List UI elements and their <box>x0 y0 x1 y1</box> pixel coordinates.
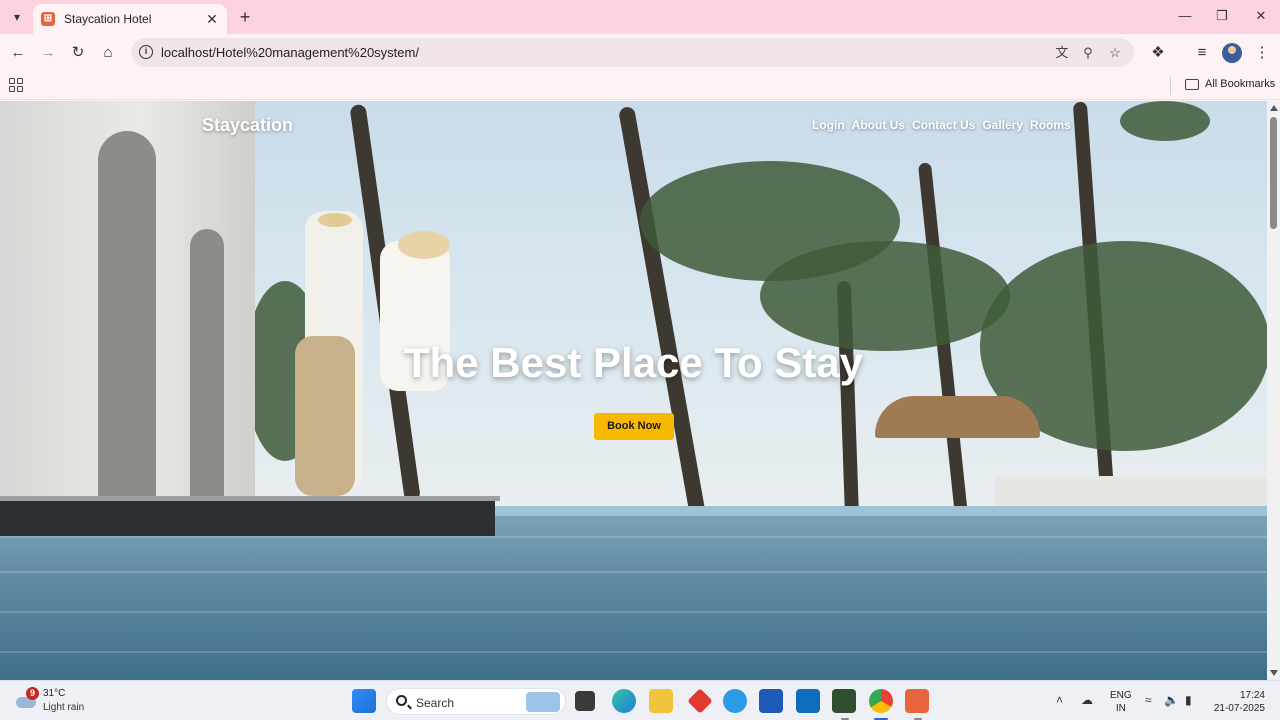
translate-icon[interactable]: 文 <box>1051 42 1073 64</box>
site-info-icon[interactable]: i <box>139 45 153 59</box>
close-tab-icon[interactable]: ✕ <box>203 10 221 28</box>
folder-icon[interactable] <box>1185 79 1199 90</box>
favicon-icon: ⊞ <box>41 12 55 26</box>
search-highlight-icon <box>526 692 560 712</box>
search-icon <box>396 695 407 706</box>
nav-gallery[interactable]: Gallery <box>982 118 1023 132</box>
restore-icon[interactable]: ❐ <box>1207 4 1237 28</box>
battery-icon[interactable]: ▮ <box>1185 693 1192 707</box>
apps-icon[interactable] <box>9 78 23 92</box>
close-window-icon[interactable]: ✕ <box>1246 4 1276 28</box>
app-blue-icon[interactable] <box>723 689 747 713</box>
book-now-button[interactable]: Book Now <box>594 413 674 440</box>
page-viewport: Staycation Login About Us Contact Us Gal… <box>0 101 1267 680</box>
nav-login[interactable]: Login <box>812 118 845 132</box>
tab-search-icon[interactable]: ▾ <box>6 6 28 28</box>
home-icon[interactable]: ⌂ <box>97 42 119 64</box>
tab-title: Staycation Hotel <box>64 12 152 26</box>
vim-icon[interactable] <box>832 689 856 713</box>
scroll-up-icon[interactable] <box>1270 105 1278 111</box>
browser-tab[interactable]: ⊞ Staycation Hotel ✕ <box>33 4 227 34</box>
all-bookmarks-link[interactable]: All Bookmarks <box>1205 78 1275 90</box>
clock-date: 21-07-2025 <box>1213 703 1265 714</box>
minimize-icon[interactable]: — <box>1170 4 1200 28</box>
language-indicator[interactable]: ENG IN <box>1110 689 1132 715</box>
clock-time: 17:24 <box>1239 690 1265 701</box>
scrollbar[interactable] <box>1267 101 1280 680</box>
nav-contact-us[interactable]: Contact Us <box>912 118 975 132</box>
forward-icon[interactable]: → <box>37 42 59 64</box>
browser-toolbar: ← → ↻ ⌂ i localhost/Hotel%20management%2… <box>0 34 1280 72</box>
notification-badge: 9 <box>26 687 39 700</box>
nav-about-us[interactable]: About Us <box>852 118 905 132</box>
back-icon[interactable]: ← <box>7 42 29 64</box>
site-logo[interactable]: Staycation <box>202 115 293 136</box>
site-nav: Login About Us Contact Us Gallery Rooms <box>812 118 1078 132</box>
lang-code: ENG <box>1110 690 1132 701</box>
extensions-icon[interactable]: ❖ <box>1147 42 1169 64</box>
reload-icon[interactable]: ↻ <box>67 42 89 64</box>
xampp-icon[interactable] <box>905 689 929 713</box>
system-clock[interactable]: 17:24 21-07-2025 <box>1210 689 1265 715</box>
address-bar[interactable]: i localhost/Hotel%20management%20system/… <box>131 38 1134 67</box>
edge-icon[interactable] <box>612 689 636 713</box>
task-view-icon[interactable] <box>575 691 595 711</box>
scroll-down-icon[interactable] <box>1270 670 1278 676</box>
app-red-diamond-icon[interactable] <box>687 688 713 714</box>
search-label: Search <box>416 696 455 710</box>
url-text[interactable]: localhost/Hotel%20management%20system/ <box>161 45 419 60</box>
weather-description[interactable]: Light rain <box>43 702 84 713</box>
lang-region: IN <box>1115 703 1126 714</box>
taskbar: 9 31°C Light rain Search ˄ ☁ ENG IN ≈ 🔈 … <box>0 680 1280 720</box>
chevron-up-icon[interactable]: ˄ <box>1056 693 1063 707</box>
divider <box>1170 77 1171 95</box>
outlook-icon[interactable] <box>796 689 820 713</box>
zoom-icon[interactable]: ⚲ <box>1077 42 1099 64</box>
taskbar-search[interactable]: Search <box>386 688 566 715</box>
scroll-thumb[interactable] <box>1270 117 1277 229</box>
media-icon[interactable]: ≡ <box>1191 42 1213 64</box>
star-icon[interactable]: ☆ <box>1104 42 1126 64</box>
file-explorer-icon[interactable] <box>649 689 673 713</box>
microsoft-store-icon[interactable] <box>759 689 783 713</box>
chrome-icon[interactable] <box>869 689 893 713</box>
hero-title: The Best Place To Stay <box>403 339 864 386</box>
weather-widget[interactable]: 9 <box>16 687 39 711</box>
bookmarks-bar: All Bookmarks <box>0 72 1280 100</box>
new-tab-icon[interactable]: + <box>234 6 256 28</box>
onedrive-icon[interactable]: ☁ <box>1081 693 1093 707</box>
hero-overlay: Staycation Login About Us Contact Us Gal… <box>0 101 1267 680</box>
tab-strip: ▾ ⊞ Staycation Hotel ✕ + — ❐ ✕ <box>0 0 1280 34</box>
menu-icon[interactable]: ⋮ <box>1251 42 1273 64</box>
profile-avatar[interactable] <box>1222 43 1242 63</box>
windows-start-icon[interactable] <box>352 689 376 713</box>
wifi-icon[interactable]: ≈ <box>1145 693 1152 707</box>
nav-rooms[interactable]: Rooms <box>1030 118 1071 132</box>
weather-temperature[interactable]: 31°C <box>43 688 65 699</box>
volume-icon[interactable]: 🔈 <box>1164 693 1179 707</box>
